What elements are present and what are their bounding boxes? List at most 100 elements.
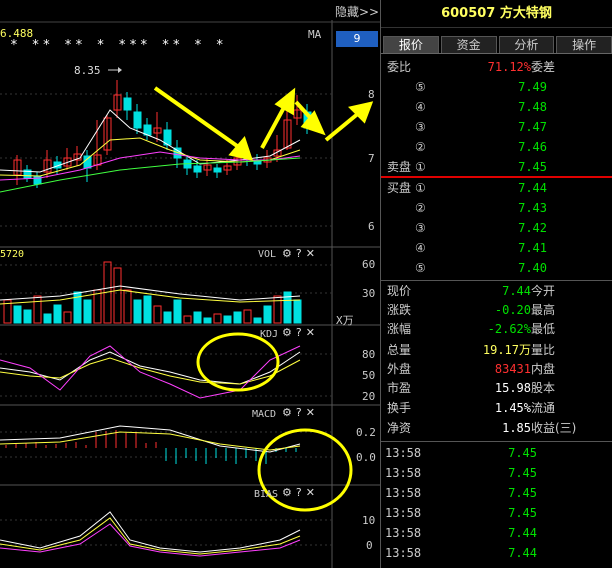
close-icon[interactable]: ✕ bbox=[306, 406, 315, 419]
stat-label: 外盘 bbox=[387, 362, 412, 376]
tick-row: 13:58 7.45 bbox=[381, 503, 612, 523]
weibi-value: 71.12% bbox=[487, 60, 531, 74]
annotation-arrow-up2 bbox=[324, 110, 362, 142]
sell-level-row: 卖盘 ① 7.45 bbox=[381, 157, 612, 177]
tick-price: 7.45 bbox=[508, 446, 537, 460]
level-marker: ③ bbox=[415, 221, 426, 235]
price-tick: 6 bbox=[368, 220, 375, 233]
stat-label: 市盈 bbox=[387, 381, 412, 395]
kdj-icons: ⚙? ✕ bbox=[278, 326, 315, 339]
volume-bar bbox=[43, 313, 52, 324]
stat-value: 1.85 bbox=[502, 421, 531, 435]
stat-row: 市盈 15.98 股本 bbox=[381, 378, 612, 398]
level-marker: ① bbox=[415, 160, 426, 174]
tick-row: 13:58 7.44 bbox=[381, 523, 612, 543]
stock-title: 600507 方大特钢 bbox=[381, 0, 612, 28]
sell-price: 7.46 bbox=[518, 140, 547, 154]
volume-bar bbox=[53, 304, 62, 324]
macd-label: MACD bbox=[252, 409, 277, 420]
gear-icon[interactable]: ⚙ bbox=[282, 247, 292, 260]
help-icon[interactable]: ? bbox=[296, 247, 302, 260]
stock-code: 600507 bbox=[441, 6, 496, 21]
close-icon[interactable]: ✕ bbox=[306, 247, 315, 260]
kdj-tick: 20 bbox=[362, 390, 376, 403]
stat-label: 总量 bbox=[387, 343, 412, 357]
bias-tick: 10 bbox=[362, 514, 376, 527]
macd-dea-line bbox=[0, 431, 301, 451]
kline-chart-svg bbox=[0, 20, 380, 568]
stat-row: 换手 1.45% 流通 bbox=[381, 398, 612, 418]
level-marker: ⑤ bbox=[415, 261, 426, 275]
volume-bar bbox=[63, 311, 72, 324]
volume-bar bbox=[293, 299, 302, 324]
buy-price: 7.44 bbox=[518, 181, 547, 195]
help-icon[interactable]: ? bbox=[296, 326, 302, 339]
chart-area[interactable]: 隐藏>> 6.488 MA 9 * ** ** * *** ** * * 8.3… bbox=[0, 0, 380, 568]
high-marker-arrowhead bbox=[118, 67, 122, 73]
tick-time: 13:58 bbox=[385, 546, 422, 560]
volume-bar bbox=[113, 267, 122, 324]
buy-price: 7.43 bbox=[518, 201, 547, 215]
volume-bar bbox=[163, 311, 172, 324]
stat-label2: 收益(三) bbox=[531, 421, 577, 435]
stat-value: 19.17万 bbox=[482, 343, 531, 357]
annotation-circle-kdj bbox=[196, 332, 280, 392]
section-divider bbox=[381, 441, 612, 442]
volume-bar bbox=[153, 305, 162, 324]
stat-label2: 最低 bbox=[531, 322, 556, 336]
tab-operate[interactable]: 操作 bbox=[556, 36, 612, 53]
buy-price: 7.40 bbox=[518, 261, 547, 275]
tab-quote[interactable]: 报价 bbox=[383, 36, 439, 53]
tab-analysis[interactable]: 分析 bbox=[498, 36, 555, 53]
candlesticks bbox=[13, 80, 312, 188]
buy-price: 7.41 bbox=[518, 241, 547, 255]
volume-bar bbox=[173, 299, 182, 324]
tick-price: 7.45 bbox=[508, 466, 537, 480]
volume-bar bbox=[193, 311, 202, 324]
macd-tick: 0.2 bbox=[356, 426, 376, 439]
candle-body bbox=[133, 111, 142, 129]
period-badge[interactable]: 9 bbox=[336, 31, 378, 47]
close-icon[interactable]: ✕ bbox=[306, 486, 315, 499]
close-icon[interactable]: ✕ bbox=[306, 326, 315, 339]
quote-tabs: 报价 资金 分析 操作 bbox=[381, 36, 612, 54]
candle-body bbox=[83, 155, 92, 169]
price-tick: 8 bbox=[368, 88, 375, 101]
candle-body bbox=[123, 97, 132, 111]
volume-bar bbox=[253, 317, 262, 324]
buy-level-row: ③ 7.42 bbox=[381, 218, 612, 238]
help-icon[interactable]: ? bbox=[296, 406, 302, 419]
stat-row: 外盘 83431 内盘 bbox=[381, 359, 612, 379]
volume-bar bbox=[33, 295, 42, 324]
stat-label: 涨跌 bbox=[387, 303, 412, 317]
tab-funds[interactable]: 资金 bbox=[440, 36, 497, 53]
buy-price: 7.42 bbox=[518, 221, 547, 235]
kdj-tick: 50 bbox=[362, 369, 376, 382]
gear-icon[interactable]: ⚙ bbox=[282, 406, 292, 419]
buy-level-row: 买盘 ① 7.44 bbox=[381, 178, 612, 198]
tick-price: 7.44 bbox=[508, 546, 537, 560]
stat-row: 涨幅 -2.62% 最低 bbox=[381, 319, 612, 339]
bias-line bbox=[0, 523, 301, 557]
volume-bar bbox=[123, 289, 132, 324]
buy-level-row: ⑤ 7.40 bbox=[381, 258, 612, 278]
annotation-arrows bbox=[153, 86, 374, 161]
collapse-button[interactable]: 隐藏>> bbox=[335, 3, 379, 20]
bias-label: BIAS bbox=[254, 489, 279, 500]
gear-icon[interactable]: ⚙ bbox=[282, 326, 292, 339]
stat-value: -0.20 bbox=[494, 303, 531, 317]
sell-level-row: ② 7.46 bbox=[381, 137, 612, 157]
stat-row: 净资 1.85 收益(三) bbox=[381, 418, 612, 438]
help-icon[interactable]: ? bbox=[296, 486, 302, 499]
gear-icon[interactable]: ⚙ bbox=[282, 486, 292, 499]
volume-bar bbox=[273, 295, 282, 324]
stat-label: 净资 bbox=[387, 421, 412, 435]
volume-bar bbox=[233, 311, 242, 324]
sell-level-row: ③ 7.47 bbox=[381, 117, 612, 137]
volume-bar bbox=[133, 299, 142, 324]
sell-price: 7.47 bbox=[518, 120, 547, 134]
volume-bar bbox=[83, 299, 92, 324]
tick-row: 13:58 7.45 bbox=[381, 443, 612, 463]
stat-value: -2.62% bbox=[487, 322, 531, 336]
volume-icons: ⚙? ✕ bbox=[278, 247, 315, 260]
